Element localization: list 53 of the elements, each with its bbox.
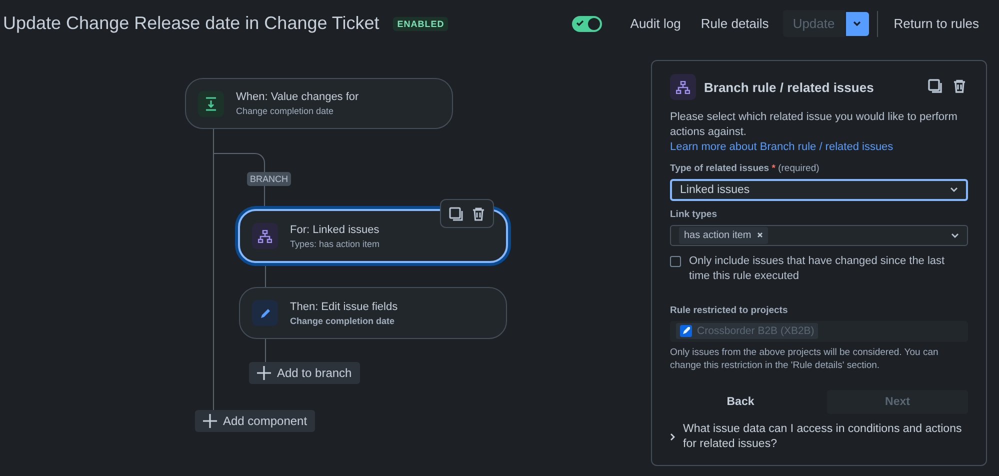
- chevron-down-icon: [951, 232, 959, 238]
- return-link[interactable]: Return to rules: [884, 10, 989, 37]
- link-types-select[interactable]: has action item: [670, 224, 968, 246]
- back-button[interactable]: Back: [670, 390, 811, 414]
- status-badge: ENABLED: [393, 16, 448, 30]
- branch-label: BRANCH: [247, 172, 292, 186]
- hierarchy-icon: [258, 230, 272, 242]
- pencil-icon: [258, 306, 272, 320]
- plus-icon: [257, 366, 271, 380]
- panel-title: Branch rule / related issues: [704, 80, 875, 94]
- download-icon: [205, 96, 217, 110]
- plus-icon: [203, 414, 217, 428]
- project-chip: Crossborder B2B (XB2B): [676, 323, 818, 340]
- node-title: Then: Edit issue fields: [290, 300, 398, 312]
- rule-title: Update Change Release date in Change Ticket: [3, 13, 380, 34]
- trash-icon[interactable]: [952, 79, 968, 95]
- dropdown-button[interactable]: [846, 12, 869, 36]
- chevron-right-icon: [670, 433, 675, 442]
- chevron-down-icon: [950, 187, 958, 192]
- node-title: For: Linked issues: [290, 224, 380, 236]
- link-type-tag: has action item: [679, 226, 768, 244]
- enable-toggle[interactable]: [572, 16, 602, 32]
- remove-icon: [757, 232, 764, 238]
- rule-node[interactable]: For: Linked issues Types: has action item: [238, 209, 508, 263]
- rule-node[interactable]: When: Value changes for Change completion date: [185, 78, 453, 129]
- faq-expander[interactable]: What issue data can I access in conditions and actions for related issues?: [670, 422, 968, 452]
- caret-icon: [853, 21, 862, 26]
- panel-description: Please select which related issue you would like to perform actions against. Learn more about Branch rule / related issues: [670, 110, 958, 155]
- header-link[interactable]: Rule details: [690, 10, 779, 37]
- copy-icon[interactable]: [449, 206, 463, 220]
- add-to-branch-button[interactable]: Add to branch: [249, 362, 360, 384]
- field-label: Link types: [670, 208, 718, 220]
- node-subtitle: Change completion date: [290, 316, 396, 326]
- required-note: (required): [778, 163, 820, 174]
- connector-line: [265, 339, 266, 362]
- check-icon: [576, 18, 584, 26]
- checkbox-label: Only include issues that have changed since the last time this rule executed: [689, 254, 946, 284]
- hierarchy-icon: [676, 80, 690, 94]
- copy-icon[interactable]: [928, 79, 944, 95]
- help-text: Only issues from the above projects will be considered. You can change this restriction in the 'Rule details' section.: [670, 346, 940, 372]
- type-select[interactable]: Linked issues: [670, 179, 968, 201]
- field-label: Type of related issues * (required): [670, 163, 820, 174]
- header-link[interactable]: Audit log: [620, 10, 691, 37]
- learn-more-link[interactable]: Learn more about Branch rule / related issues: [670, 141, 894, 153]
- field-label: Rule restricted to projects: [670, 304, 789, 316]
- trash-icon[interactable]: [471, 206, 485, 220]
- checkbox[interactable]: [670, 256, 681, 267]
- node-title: When: Value changes for: [236, 91, 359, 103]
- required-mark: *: [772, 163, 776, 174]
- add-component-button[interactable]: Add component: [195, 410, 316, 432]
- rule-node[interactable]: Then: Edit issue fields Change completion date: [239, 287, 507, 339]
- node-subtitle: Change completion date: [236, 106, 335, 116]
- node-subtitle: Types: has action item: [290, 238, 380, 248]
